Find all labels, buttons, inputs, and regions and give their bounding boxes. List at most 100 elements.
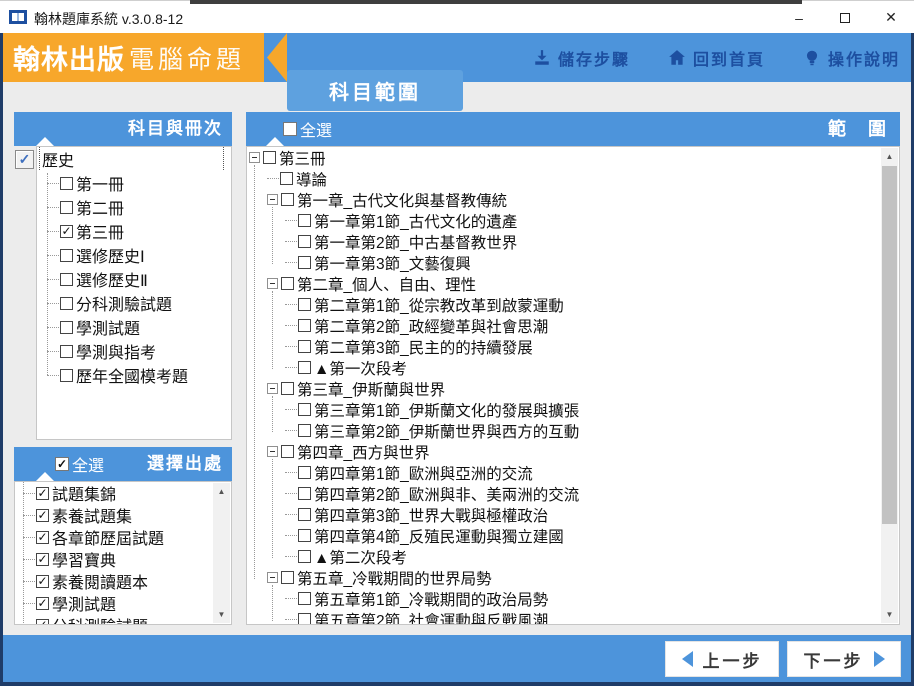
scope-tree-row[interactable]: 第三章_伊斯蘭與世界 [247, 378, 899, 399]
checkbox[interactable]: ✓ [60, 224, 73, 238]
scope-select-all[interactable]: 全選 [283, 112, 332, 146]
source-select-all[interactable]: ✓ 全選 [55, 447, 104, 481]
checkbox[interactable]: ✓ [36, 618, 49, 624]
scope-tree-row[interactable]: 第二章第2節_政經變革與社會思潮 [247, 315, 899, 336]
scope-tree-row[interactable]: 第四章第4節_反殖民運動與獨立建國 [247, 525, 899, 546]
subject-root-checkbox[interactable]: ✓ [15, 150, 34, 169]
scope-tree-row[interactable]: 第四章第1節_歐洲與亞洲的交流 [247, 462, 899, 483]
checkbox[interactable] [60, 344, 73, 358]
source-item[interactable]: ✓ 學習寶典 [15, 548, 231, 570]
checkbox[interactable] [298, 403, 311, 416]
checkbox[interactable] [298, 340, 311, 353]
checkbox[interactable]: ✓ [36, 486, 49, 500]
scope-select-all-checkbox[interactable] [283, 122, 297, 136]
checkbox[interactable] [281, 571, 294, 584]
source-item[interactable]: ✓ 素養試題集 [15, 504, 231, 526]
scope-tree-row[interactable]: 第四章第3節_世界大戰與極權政治 [247, 504, 899, 525]
checkbox[interactable] [263, 151, 276, 164]
subject-item[interactable]: 選修歷史Ⅰ [37, 243, 231, 267]
scope-tree-row[interactable]: 第三章第1節_伊斯蘭文化的發展與擴張 [247, 399, 899, 420]
checkbox[interactable] [281, 193, 294, 206]
scope-tree-row[interactable]: 第一章第3節_文藝復興 [247, 252, 899, 273]
scope-tree-row[interactable]: 第二章第1節_從宗教改革到啟蒙運動 [247, 294, 899, 315]
checkbox[interactable] [60, 296, 73, 310]
scope-tree-row[interactable]: 第二章_個人、自由、理性 [247, 273, 899, 294]
source-item[interactable]: ✓ 素養閱讀題本 [15, 570, 231, 592]
close-button[interactable]: ✕ [868, 1, 914, 34]
checkbox[interactable] [298, 487, 311, 500]
checkbox[interactable] [298, 235, 311, 248]
checkbox[interactable] [298, 550, 311, 563]
checkbox[interactable]: ✓ [36, 508, 49, 522]
checkbox[interactable] [298, 424, 311, 437]
source-scrollbar[interactable]: ▲ ▼ [213, 483, 230, 623]
home-button[interactable]: 回到首頁 [668, 46, 765, 70]
checkbox[interactable] [298, 613, 311, 624]
source-item[interactable]: ✓ 各章節歷屆試題 [15, 526, 231, 548]
checkbox[interactable] [298, 298, 311, 311]
checkbox[interactable] [60, 272, 73, 286]
scope-tree-row[interactable]: ▲第一次段考 [247, 357, 899, 378]
subject-item[interactable]: 分科測驗試題 [37, 291, 231, 315]
subject-root-item[interactable]: 歷史 [37, 147, 231, 171]
collapse-toggle-icon[interactable] [249, 152, 260, 163]
collapse-toggle-icon[interactable] [267, 194, 278, 205]
checkbox[interactable] [298, 256, 311, 269]
subject-item[interactable]: 學測與指考 [37, 339, 231, 363]
subject-item[interactable]: 第二冊 [37, 195, 231, 219]
source-item[interactable]: ✓分科測驗試題 [15, 614, 231, 624]
checkbox[interactable]: ✓ [36, 574, 49, 588]
scope-tree-row[interactable]: 第三冊 [247, 147, 899, 168]
checkbox[interactable] [298, 214, 311, 227]
source-item[interactable]: ✓ 學測試題 [15, 592, 231, 614]
scope-scrollbar[interactable]: ▲ ▼ [881, 148, 898, 623]
subject-item[interactable]: 歷年全國模考題 [37, 363, 231, 387]
help-button[interactable]: 操作說明 [803, 46, 900, 70]
checkbox[interactable]: ✓ [36, 552, 49, 566]
checkbox[interactable] [298, 592, 311, 605]
checkbox[interactable]: ✓ [36, 596, 49, 610]
scope-tree-row[interactable]: 第一章_古代文化與基督教傳統 [247, 189, 899, 210]
scope-tree-row[interactable]: 第一章第2節_中古基督教世界 [247, 231, 899, 252]
save-steps-button[interactable]: 儲存步驟 [533, 46, 630, 70]
checkbox[interactable] [60, 176, 73, 190]
scope-tree-row[interactable]: 第四章第2節_歐洲與非、美兩洲的交流 [247, 483, 899, 504]
collapse-toggle-icon[interactable] [267, 383, 278, 394]
source-item[interactable]: ✓ 試題集錦 [15, 482, 231, 504]
scope-tree-row[interactable]: 第二章第3節_民主的的持續發展 [247, 336, 899, 357]
checkbox[interactable] [281, 382, 294, 395]
minimize-button[interactable]: – [776, 1, 822, 34]
scroll-down-icon[interactable]: ▼ [881, 606, 898, 623]
checkbox[interactable] [60, 248, 73, 262]
source-select-all-checkbox[interactable]: ✓ [55, 457, 69, 471]
subject-item[interactable]: ✓ 第三冊 [37, 219, 231, 243]
scope-tree-row[interactable]: 導論 [247, 168, 899, 189]
checkbox[interactable] [298, 361, 311, 374]
checkbox[interactable] [60, 320, 73, 334]
subject-item[interactable]: 學測試題 [37, 315, 231, 339]
checkbox[interactable] [280, 172, 293, 185]
checkbox[interactable] [281, 277, 294, 290]
scope-tree-row[interactable]: 第五章第1節_冷戰期間的政治局勢 [247, 588, 899, 609]
previous-step-button[interactable]: 上一步 [665, 641, 779, 677]
collapse-toggle-icon[interactable] [267, 278, 278, 289]
checkbox[interactable] [60, 368, 73, 382]
checkbox[interactable] [298, 529, 311, 542]
scope-tree-row[interactable]: 第一章第1節_古代文化的遺產 [247, 210, 899, 231]
scroll-up-icon[interactable]: ▲ [213, 483, 230, 500]
next-step-button[interactable]: 下一步 [787, 641, 901, 677]
scrollbar-thumb[interactable] [882, 166, 897, 524]
checkbox[interactable]: ✓ [36, 530, 49, 544]
scope-tree-row[interactable]: 第四章_西方與世界 [247, 441, 899, 462]
scope-tree-row[interactable]: 第五章_冷戰期間的世界局勢 [247, 567, 899, 588]
collapse-toggle-icon[interactable] [267, 572, 278, 583]
subject-item[interactable]: 第一冊 [37, 171, 231, 195]
checkbox[interactable] [281, 445, 294, 458]
maximize-button[interactable] [822, 1, 868, 34]
scope-tree-row[interactable]: 第三章第2節_伊斯蘭世界與西方的互動 [247, 420, 899, 441]
checkbox[interactable] [298, 319, 311, 332]
checkbox[interactable] [298, 508, 311, 521]
scope-tree-row[interactable]: ▲第二次段考 [247, 546, 899, 567]
scope-tree-row[interactable]: 第五章第2節_社會運動與反戰風潮 [247, 609, 899, 624]
scroll-up-icon[interactable]: ▲ [881, 148, 898, 165]
